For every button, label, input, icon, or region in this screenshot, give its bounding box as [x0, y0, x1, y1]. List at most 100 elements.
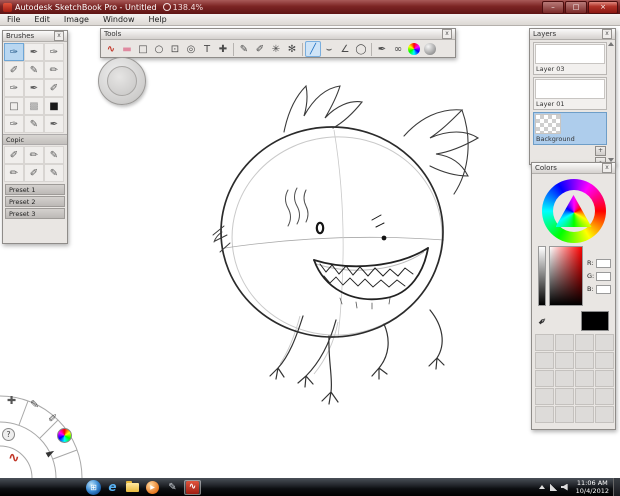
window-titlebar[interactable]: Autodesk SketchBook Pro - Untitled 138.4… [0, 0, 620, 14]
blue-value-field[interactable] [596, 285, 611, 294]
paint-taskbar-icon[interactable]: ✎ [164, 480, 181, 495]
line-tool-icon[interactable]: ╱ [305, 41, 321, 57]
brush-swatch[interactable]: ■ [44, 97, 64, 115]
color-swatch[interactable] [535, 388, 554, 405]
brushes-panel-titlebar[interactable]: Brushes x [3, 31, 67, 42]
color-swatch[interactable] [535, 352, 554, 369]
move-tool-icon[interactable]: ✚ [215, 41, 231, 57]
ellipse-tool-icon[interactable]: ◯ [353, 41, 369, 57]
marquee-tool-icon[interactable]: □ [135, 41, 151, 57]
menu-window[interactable]: Window [96, 14, 142, 26]
brush-swatch[interactable]: ✎ [24, 115, 44, 133]
text-tool-icon[interactable]: T [199, 41, 215, 57]
layer-row-background[interactable]: Background [533, 112, 607, 145]
copic-brush-swatch[interactable]: ✏ [4, 164, 24, 182]
zoom-tool-icon[interactable]: ◎ [183, 41, 199, 57]
color-swatch[interactable] [555, 334, 574, 351]
curve-tool-icon[interactable]: ⌣ [321, 41, 337, 57]
red-value-field[interactable] [596, 259, 611, 268]
color-swatch[interactable] [535, 370, 554, 387]
layers-close-icon[interactable]: x [602, 29, 612, 39]
menu-file[interactable]: File [0, 14, 27, 26]
tools-close-icon[interactable]: x [442, 29, 452, 39]
show-hidden-icons[interactable] [539, 485, 545, 489]
show-desktop-button[interactable] [613, 478, 620, 496]
copic-brush-swatch[interactable]: ✐ [4, 146, 24, 164]
brush-swatch[interactable]: ✒ [44, 115, 64, 133]
polyline-tool-icon[interactable]: ∠ [337, 41, 353, 57]
brush-swatch[interactable]: ✑ [4, 79, 24, 97]
color-wheel-icon[interactable] [408, 43, 420, 55]
layer-row-layer03[interactable]: Layer 03 [533, 42, 607, 75]
color-swatch[interactable] [595, 352, 614, 369]
brush-swatch[interactable]: ✏ [44, 61, 64, 79]
copic-brush-swatch[interactable]: ✏ [24, 146, 44, 164]
symmetry-y-tool-icon[interactable]: ✻ [284, 41, 300, 57]
brush-swatch[interactable]: ▩ [24, 97, 44, 115]
explorer-taskbar-icon[interactable] [124, 480, 141, 495]
copic-section-header[interactable]: Copic [3, 134, 67, 145]
brush-swatch[interactable]: □ [4, 97, 24, 115]
maximize-button[interactable]: □ [565, 1, 587, 14]
brush-tool-icon[interactable]: ∿ [103, 41, 119, 57]
crop-tool-icon[interactable]: ⊡ [167, 41, 183, 57]
media-player-taskbar-icon[interactable]: ▶ [144, 480, 161, 495]
brush-swatch[interactable]: ✎ [24, 61, 44, 79]
lagoon-pick-icon[interactable]: ✐ [48, 412, 57, 425]
brush-swatch[interactable]: ✐ [44, 79, 64, 97]
current-color-swatch[interactable] [581, 311, 609, 331]
clock[interactable]: 11:06 AM 10/4/2012 [576, 479, 609, 495]
sketchbook-taskbar-icon[interactable]: ∿ [184, 480, 201, 495]
layers-scrollbar[interactable] [607, 41, 614, 163]
minimize-button[interactable]: – [542, 1, 564, 14]
brush-swatch[interactable]: ✑ [44, 43, 64, 61]
volume-icon[interactable] [561, 484, 568, 491]
sphere-icon[interactable] [424, 43, 436, 55]
saturation-square[interactable] [549, 246, 583, 306]
color-swatch[interactable] [555, 370, 574, 387]
brush-swatch[interactable]: ✒ [24, 43, 44, 61]
color-swatch[interactable] [575, 352, 594, 369]
drawing-canvas[interactable] [0, 26, 620, 478]
close-button[interactable]: × [588, 1, 618, 14]
color-swatch[interactable] [575, 388, 594, 405]
airbrush-tool-icon[interactable]: ✐ [252, 41, 268, 57]
brush-swatch[interactable]: ✒ [24, 79, 44, 97]
copic-brush-swatch[interactable]: ✐ [24, 164, 44, 182]
color-swatch[interactable] [595, 334, 614, 351]
value-slider[interactable] [538, 246, 546, 306]
color-swatch[interactable] [535, 334, 554, 351]
corner-lagoon[interactable]: ✚ ✎ ✐ ? ∿ ► [0, 388, 92, 478]
color-swatch[interactable] [555, 352, 574, 369]
tools-panel-titlebar[interactable]: Tools x [101, 29, 455, 40]
color-swatch[interactable] [555, 388, 574, 405]
color-swatch[interactable] [575, 334, 594, 351]
transform-icon[interactable]: ✚ [7, 394, 16, 407]
color-puck-icon[interactable] [57, 428, 72, 443]
green-value-field[interactable] [596, 272, 611, 281]
brush-swatch[interactable]: ✐ [4, 61, 24, 79]
start-button[interactable]: ⊞ [86, 480, 101, 495]
colors-close-icon[interactable]: x [602, 163, 612, 173]
layer-row-layer01[interactable]: Layer 01 [533, 77, 607, 110]
preset-2-button[interactable]: Preset 2 [5, 196, 65, 207]
brush-swatch[interactable]: ✑ [4, 115, 24, 133]
fill-tool-icon[interactable]: ✒ [374, 41, 390, 57]
pencil-tool-icon[interactable]: ✎ [236, 41, 252, 57]
brush-swoosh-icon[interactable]: ∿ [8, 450, 20, 466]
color-swatch[interactable] [575, 406, 594, 423]
menu-image[interactable]: Image [57, 14, 96, 26]
color-wheel[interactable] [542, 179, 606, 243]
scroll-up-icon[interactable] [608, 42, 614, 46]
brush-sets-icon[interactable]: ∞ [390, 41, 406, 57]
color-swatch[interactable] [535, 406, 554, 423]
color-swatch[interactable] [595, 370, 614, 387]
brush-puck[interactable] [98, 57, 146, 105]
help-icon[interactable]: ? [2, 428, 15, 441]
copic-brush-swatch[interactable]: ✎ [44, 146, 64, 164]
ie-taskbar-icon[interactable]: e [104, 480, 121, 495]
lasso-tool-icon[interactable]: ○ [151, 41, 167, 57]
symmetry-x-tool-icon[interactable]: ✳ [268, 41, 284, 57]
preset-3-button[interactable]: Preset 3 [5, 208, 65, 219]
copic-brush-swatch[interactable]: ✎ [44, 164, 64, 182]
